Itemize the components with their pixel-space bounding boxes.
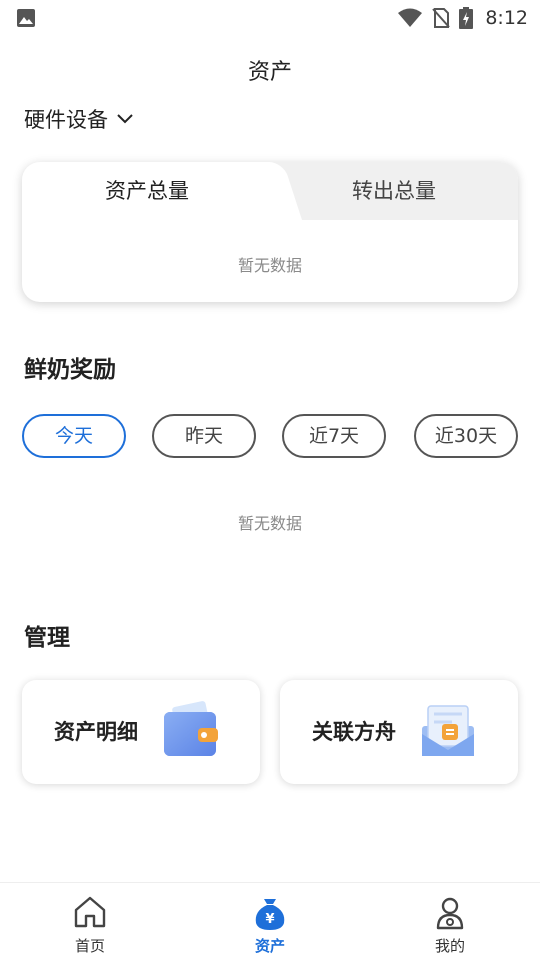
nav-home-label: 首页 [74, 937, 105, 955]
link-ark-card[interactable]: 关联方舟 [280, 680, 518, 784]
bottom-nav: 首页 ¥ 资产 我的 [0, 882, 540, 961]
range-7days-button[interactable]: 近7天 [282, 414, 386, 458]
wifi-icon [398, 8, 423, 27]
image-notification-icon [17, 9, 35, 27]
device-selector[interactable]: 硬件设备 [24, 104, 134, 134]
battery-charging-icon [459, 7, 474, 29]
management-section-title: 管理 [24, 625, 70, 651]
svg-text:¥: ¥ [265, 912, 274, 927]
tab-total-transfer-out[interactable]: 转出总量 [270, 162, 518, 220]
page-title: 资产 [247, 60, 292, 85]
nav-assets[interactable]: ¥ 资产 [180, 883, 360, 961]
range-filter: 今天 昨天 近7天 近30天 [22, 414, 518, 458]
no-sim-icon [432, 8, 451, 28]
nav-profile-label: 我的 [434, 937, 465, 955]
tab-total-assets[interactable]: 资产总量 [22, 162, 272, 220]
money-bag-icon: ¥ [255, 899, 285, 930]
nav-home[interactable]: 首页 [0, 883, 180, 961]
document-link-icon [422, 705, 474, 756]
status-bar: 8:12 [0, 0, 540, 36]
status-time: 8:12 [485, 7, 528, 29]
chevron-down-icon [117, 114, 133, 124]
range-yesterday-button[interactable]: 昨天 [152, 414, 256, 458]
range-30days-button[interactable]: 近30天 [414, 414, 518, 458]
asset-empty-text: 暂无数据 [237, 256, 302, 275]
asset-details-card[interactable]: 资产明细 [22, 680, 260, 784]
asset-tabs: 资产总量 转出总量 [22, 162, 518, 220]
rewards-empty-text: 暂无数据 [237, 514, 302, 533]
asset-details-label: 资产明细 [54, 720, 138, 744]
home-icon [74, 896, 106, 928]
device-selector-label: 硬件设备 [24, 108, 108, 132]
nav-profile[interactable]: 我的 [360, 883, 540, 961]
nav-assets-label: 资产 [254, 937, 285, 955]
user-icon [436, 897, 464, 930]
rewards-section-title: 鲜奶奖励 [24, 357, 116, 383]
range-today-button[interactable]: 今天 [22, 414, 126, 458]
link-ark-label: 关联方舟 [312, 720, 396, 744]
wallet-icon [164, 701, 218, 756]
asset-summary-card: 资产总量 转出总量 暂无数据 [22, 162, 518, 302]
